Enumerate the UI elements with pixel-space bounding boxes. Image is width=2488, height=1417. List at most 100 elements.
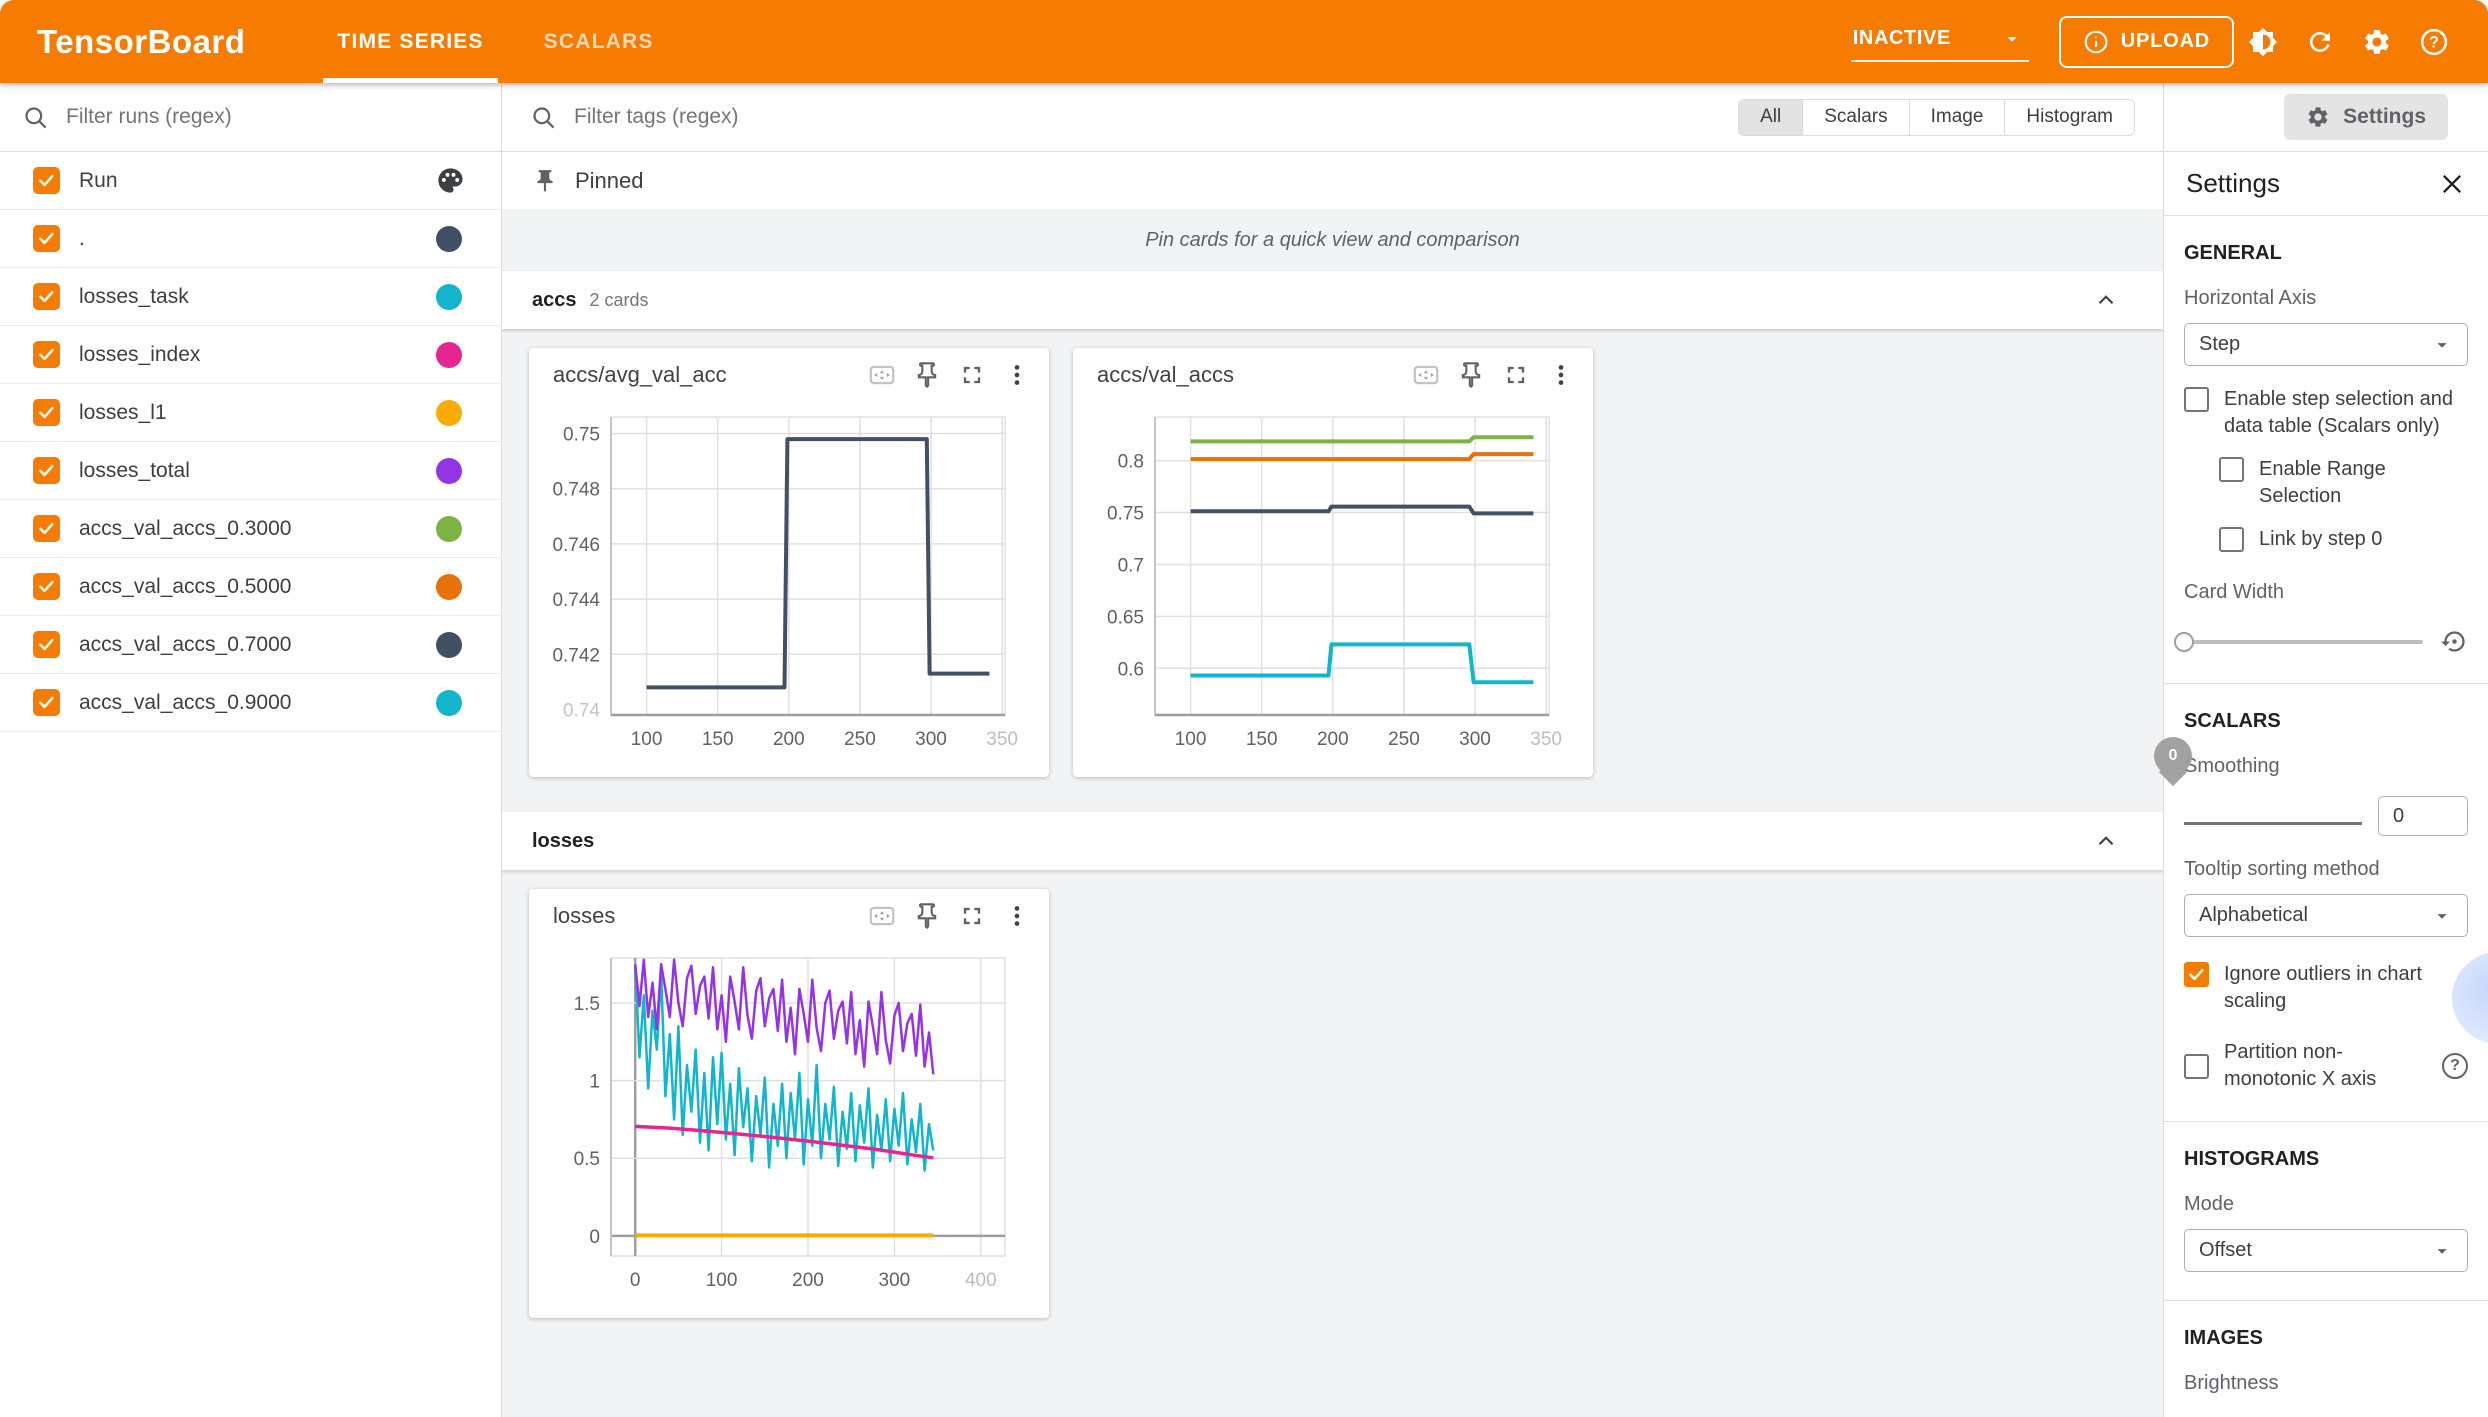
run-row-accs-val-accs-0-3000[interactable]: accs_val_accs_0.3000 — [0, 500, 501, 558]
svg-text:350: 350 — [986, 729, 1018, 750]
pin-icon[interactable] — [1453, 357, 1489, 393]
general-heading: GENERAL — [2184, 216, 2468, 265]
run-row-losses-l1[interactable]: losses_l1 — [0, 384, 501, 442]
fit-to-domain-icon[interactable] — [864, 357, 900, 393]
card-width-slider-row — [2184, 628, 2468, 655]
filter-tab-image[interactable]: Image — [1909, 100, 2005, 135]
more-options-icon[interactable] — [999, 357, 1035, 393]
range-selection-label: Enable Range Selection — [2259, 456, 2468, 510]
tooltip-sort-value: Alphabetical — [2199, 904, 2308, 927]
histogram-mode-value: Offset — [2199, 1239, 2252, 1262]
run-row-losses-index[interactable]: losses_index — [0, 326, 501, 384]
smoothing-slider[interactable] — [2184, 822, 2362, 825]
run-color-dot — [436, 284, 462, 310]
run-row-accs-val-accs-0-9000[interactable]: accs_val_accs_0.9000 — [0, 674, 501, 732]
status-dropdown[interactable]: INACTIVE — [1851, 21, 2029, 62]
run-row-losses-total[interactable]: losses_total — [0, 442, 501, 500]
checkbox-checked-icon — [2184, 962, 2209, 987]
step-selection-checkbox[interactable]: Enable step selection and data table (Sc… — [2184, 386, 2468, 440]
help-icon[interactable]: ? — [2442, 1053, 2468, 1079]
run-row-run[interactable]: Run — [0, 152, 501, 210]
run-row-accs-val-accs-0-5000[interactable]: accs_val_accs_0.5000 — [0, 558, 501, 616]
horizontal-axis-select[interactable]: Step — [2184, 323, 2468, 366]
fit-to-domain-icon[interactable] — [1408, 357, 1444, 393]
fit-to-domain-icon[interactable] — [864, 898, 900, 934]
fullscreen-icon[interactable] — [954, 357, 990, 393]
run-checkbox[interactable] — [33, 573, 60, 600]
run-checkbox[interactable] — [33, 283, 60, 310]
run-checkbox[interactable] — [33, 689, 60, 716]
reset-icon[interactable] — [2441, 628, 2468, 655]
pin-icon[interactable] — [909, 898, 945, 934]
fullscreen-icon[interactable] — [954, 898, 990, 934]
pin-icon[interactable] — [909, 357, 945, 393]
refresh-icon[interactable] — [2291, 13, 2348, 70]
ignore-outliers-checkbox[interactable]: Ignore outliers in chart scaling — [2184, 961, 2468, 1015]
tooltip-sort-select[interactable]: Alphabetical — [2184, 894, 2468, 937]
help-icon[interactable]: ? — [2405, 13, 2462, 70]
tab-scalars[interactable]: SCALARS — [514, 0, 684, 83]
svg-text:0.746: 0.746 — [552, 535, 600, 556]
run-label: accs_val_accs_0.5000 — [79, 575, 436, 599]
run-row-accs-val-accs-0-7000[interactable]: accs_val_accs_0.7000 — [0, 616, 501, 674]
card-toolbar — [864, 357, 1035, 393]
run-filter-input[interactable] — [66, 105, 479, 129]
run-checkbox[interactable] — [33, 457, 60, 484]
chevron-up-icon[interactable] — [2093, 287, 2119, 313]
chevron-up-icon[interactable] — [2093, 828, 2119, 854]
tab-time-series[interactable]: TIME SERIES — [307, 0, 513, 83]
range-selection-checkbox[interactable]: Enable Range Selection — [2219, 456, 2468, 510]
card-width-label: Card Width — [2184, 581, 2468, 604]
section-header-losses[interactable]: losses — [502, 812, 2163, 870]
histogram-mode-label: Mode — [2184, 1193, 2468, 1216]
filter-tab-histogram[interactable]: Histogram — [2004, 100, 2134, 135]
settings-button[interactable]: Settings — [2284, 94, 2448, 140]
link-step-checkbox[interactable]: Link by step 0 — [2219, 526, 2468, 553]
run-label: losses_index — [79, 343, 436, 367]
section-header-accs[interactable]: accs 2 cards — [502, 271, 2163, 329]
run-checkbox[interactable] — [33, 341, 60, 368]
partition-x-checkbox[interactable]: Partition non-monotonic X axis ? — [2184, 1039, 2468, 1093]
card-width-slider[interactable] — [2184, 640, 2423, 644]
run-row-losses-task[interactable]: losses_task — [0, 268, 501, 326]
pinned-bar: Pinned — [502, 152, 2163, 209]
dark-mode-icon[interactable] — [2234, 13, 2291, 70]
histogram-mode-select[interactable]: Offset — [2184, 1229, 2468, 1272]
run-checkbox[interactable] — [33, 399, 60, 426]
palette-icon[interactable] — [436, 166, 465, 195]
chart-avg-val-acc[interactable]: 0.7420.7440.7460.7480.750.74100150200250… — [529, 401, 1049, 777]
svg-text:0: 0 — [630, 1270, 641, 1291]
filter-tab-all[interactable]: All — [1739, 100, 1802, 135]
run-checkbox[interactable] — [33, 631, 60, 658]
pinned-label: Pinned — [575, 168, 644, 194]
section-title: losses — [532, 830, 594, 853]
slider-thumb[interactable] — [2174, 632, 2194, 652]
horizontal-axis-label: Horizontal Axis — [2184, 287, 2468, 310]
run-label: losses_total — [79, 459, 436, 483]
chart-losses[interactable]: 00.511.50100200300400 — [529, 942, 1049, 1318]
tab-time-series-label: TIME SERIES — [337, 30, 483, 54]
upload-button[interactable]: UPLOAD — [2059, 16, 2234, 68]
filter-tab-scalars[interactable]: Scalars — [1802, 100, 1908, 135]
svg-text:0.8: 0.8 — [1118, 452, 1144, 473]
chart-val-accs[interactable]: 0.60.650.70.750.8100150200250300350 — [1073, 401, 1593, 777]
run-checkbox[interactable] — [33, 167, 60, 194]
svg-text:250: 250 — [1388, 729, 1420, 750]
svg-text:150: 150 — [702, 729, 734, 750]
close-icon[interactable] — [2430, 162, 2474, 206]
smoothing-input[interactable] — [2378, 796, 2468, 836]
card-header: accs/val_accs — [1073, 348, 1593, 401]
run-checkbox[interactable] — [33, 515, 60, 542]
images-heading: IMAGES — [2184, 1301, 2468, 1350]
run-row-dot[interactable]: . — [0, 210, 501, 268]
more-options-icon[interactable] — [1543, 357, 1579, 393]
app-header: TensorBoard TIME SERIES SCALARS INACTIVE… — [0, 0, 2488, 83]
smoothing-label-row: 0 Smoothing — [2184, 755, 2468, 778]
upload-label: UPLOAD — [2121, 30, 2210, 53]
settings-gear-icon[interactable] — [2348, 13, 2405, 70]
tag-filter-input[interactable] — [574, 105, 1721, 129]
fullscreen-icon[interactable] — [1498, 357, 1534, 393]
run-label: accs_val_accs_0.3000 — [79, 517, 436, 541]
run-checkbox[interactable] — [33, 225, 60, 252]
more-options-icon[interactable] — [999, 898, 1035, 934]
